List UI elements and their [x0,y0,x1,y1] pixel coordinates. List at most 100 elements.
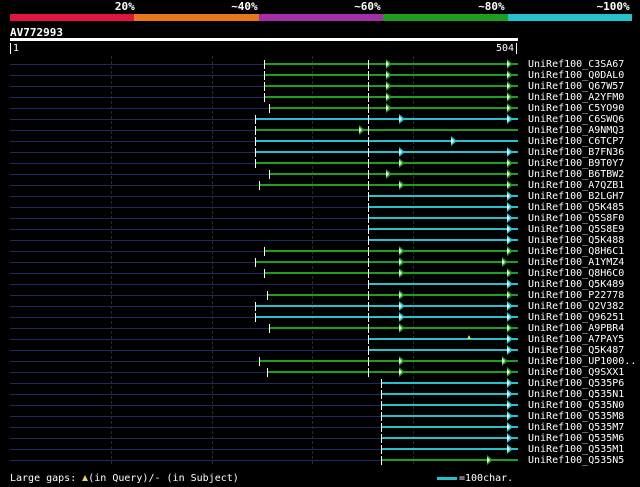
hit-label-link[interactable]: UniRef100_B2LGH7 [528,191,624,202]
alignment-segment[interactable] [267,371,518,373]
alignment-segment[interactable] [255,129,518,131]
alignment-segment[interactable] [255,140,518,142]
hit-row[interactable] [10,180,518,191]
alignment-segment[interactable] [269,327,518,329]
alignment-segment[interactable] [368,228,518,230]
hit-label-link[interactable]: UniRef100_Q5K485 [528,202,624,213]
alignment-segment[interactable] [381,437,518,439]
alignment-segment[interactable] [269,173,518,175]
alignment-segment[interactable] [264,250,518,252]
hit-row[interactable] [10,136,518,147]
hit-row[interactable] [10,301,518,312]
alignment-segment[interactable] [381,382,518,384]
hit-row[interactable] [10,158,518,169]
hit-row[interactable] [10,378,518,389]
alignment-segment[interactable] [368,239,518,241]
hit-label-link[interactable]: UniRef100_C6SWQ6 [528,114,624,125]
alignment-segment[interactable] [381,393,518,395]
hit-row[interactable] [10,268,518,279]
hit-row[interactable] [10,224,518,235]
alignment-segment[interactable] [381,426,518,428]
hit-row[interactable] [10,92,518,103]
hit-label-link[interactable]: UniRef100_Q0DAL0 [528,70,624,81]
hit-label-link[interactable]: UniRef100_P22778 [528,290,624,301]
alignment-segment[interactable] [368,217,518,219]
hit-label-link[interactable]: UniRef100_C6TCP7 [528,136,624,147]
alignment-segment[interactable] [255,316,518,318]
hit-row[interactable] [10,411,518,422]
alignment-segment[interactable] [381,448,518,450]
hit-row[interactable] [10,103,518,114]
alignment-segment[interactable] [368,283,518,285]
hit-label-link[interactable]: UniRef100_UP1000.. [528,356,636,367]
hit-label-link[interactable]: UniRef100_Q5S8E9 [528,224,624,235]
hit-row[interactable] [10,389,518,400]
hit-row[interactable] [10,334,518,345]
alignment-segment[interactable] [368,349,518,351]
hit-row[interactable] [10,400,518,411]
hit-label-link[interactable]: UniRef100_Q8H6C0 [528,268,624,279]
hit-label-link[interactable]: UniRef100_Q5K487 [528,345,624,356]
hit-label-link[interactable]: UniRef100_A2YFM0 [528,92,624,103]
alignment-segment[interactable] [255,305,518,307]
hit-label-link[interactable]: UniRef100_B9T0Y7 [528,158,624,169]
hit-label-link[interactable]: UniRef100_Q96251 [528,312,624,323]
hit-label-link[interactable]: UniRef100_Q535N0 [528,400,624,411]
hit-label-link[interactable]: UniRef100_B7FN36 [528,147,624,158]
alignment-segment[interactable] [368,206,518,208]
hit-row[interactable] [10,81,518,92]
alignment-segment[interactable] [269,107,518,109]
hit-row[interactable] [10,125,518,136]
hit-row[interactable] [10,290,518,301]
hit-label-link[interactable]: UniRef100_Q5K489 [528,279,624,290]
alignment-segment[interactable] [255,118,518,120]
hit-label-link[interactable]: UniRef100_Q5S8F0 [528,213,624,224]
hit-row[interactable] [10,235,518,246]
hit-label-link[interactable]: UniRef100_Q535M7 [528,422,624,433]
hit-label-link[interactable]: UniRef100_Q535P6 [528,378,624,389]
alignment-segment[interactable] [259,184,518,186]
hit-row[interactable] [10,323,518,334]
hit-row[interactable] [10,312,518,323]
alignment-segment[interactable] [368,195,518,197]
hit-row[interactable] [10,147,518,158]
alignment-segment[interactable] [381,459,518,461]
hit-row[interactable] [10,202,518,213]
hit-label-link[interactable]: UniRef100_Q9SXX1 [528,367,624,378]
hit-row[interactable] [10,114,518,125]
hit-row[interactable] [10,279,518,290]
hit-label-link[interactable]: UniRef100_Q5K488 [528,235,624,246]
alignment-segment[interactable] [267,294,518,296]
hit-row[interactable] [10,356,518,367]
hit-label-link[interactable]: UniRef100_B6TBW2 [528,169,624,180]
hit-label-link[interactable]: UniRef100_C5YO90 [528,103,624,114]
hit-row[interactable] [10,59,518,70]
hit-label-link[interactable]: UniRef100_Q535M6 [528,433,624,444]
alignment-segment[interactable] [259,360,518,362]
hit-row[interactable] [10,246,518,257]
hit-row[interactable] [10,367,518,378]
hit-row[interactable] [10,345,518,356]
hit-label-link[interactable]: UniRef100_C3SA67 [528,59,624,70]
alignment-segment[interactable] [255,151,518,153]
hit-row[interactable] [10,433,518,444]
hit-row[interactable] [10,444,518,455]
hit-row[interactable] [10,169,518,180]
hit-label-link[interactable]: UniRef100_Q2V382 [528,301,624,312]
alignment-segment[interactable] [264,272,518,274]
hit-row[interactable] [10,213,518,224]
hit-row[interactable] [10,257,518,268]
hit-label-link[interactable]: UniRef100_Q535N5 [528,455,624,466]
hit-label-link[interactable]: UniRef100_Q535N1 [528,389,624,400]
hit-row[interactable] [10,191,518,202]
alignment-segment[interactable] [255,162,518,164]
hit-label-link[interactable]: UniRef100_A9NMQ3 [528,125,624,136]
hit-label-link[interactable]: UniRef100_A7QZB1 [528,180,624,191]
hit-label-link[interactable]: UniRef100_A1YMZ4 [528,257,624,268]
hit-label-link[interactable]: UniRef100_A9PBR4 [528,323,624,334]
hit-label-link[interactable]: UniRef100_Q535M8 [528,411,624,422]
hit-label-link[interactable]: UniRef100_Q67W57 [528,81,624,92]
hit-row[interactable] [10,422,518,433]
alignment-segment[interactable] [381,415,518,417]
hit-label-link[interactable]: UniRef100_Q535M1 [528,444,624,455]
